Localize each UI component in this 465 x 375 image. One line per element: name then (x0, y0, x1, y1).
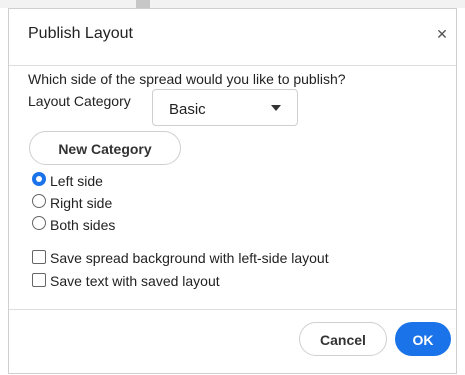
cancel-button[interactable]: Cancel (299, 322, 387, 356)
checkbox-save-text[interactable] (32, 273, 46, 287)
background-tab (136, 0, 150, 8)
dialog-title: Publish Layout (28, 25, 133, 42)
layout-category-select[interactable]: Basic (152, 89, 298, 126)
checkbox-save-background-label: Save spread background with left-side la… (50, 250, 329, 266)
publish-question: Which side of the spread would you like … (28, 71, 346, 87)
header-divider (9, 65, 456, 66)
checkbox-save-background[interactable] (32, 250, 46, 264)
radio-both-sides-label: Both sides (50, 217, 116, 233)
dialog-header: Publish Layout ✕ (9, 9, 456, 65)
publish-layout-dialog: Publish Layout ✕ Which side of the sprea… (8, 8, 457, 374)
radio-both-sides[interactable] (32, 216, 46, 230)
footer-divider (9, 309, 456, 310)
radio-right-side[interactable] (32, 194, 46, 208)
layout-category-value: Basic (169, 101, 206, 118)
layout-category-label: Layout Category (28, 93, 131, 109)
chevron-down-icon (271, 105, 281, 111)
radio-left-side-label: Left side (50, 173, 103, 189)
new-category-button[interactable]: New Category (29, 131, 181, 165)
ok-button[interactable]: OK (395, 322, 451, 356)
checkbox-save-text-label: Save text with saved layout (50, 273, 220, 289)
radio-right-side-label: Right side (50, 195, 113, 211)
background-strip (0, 0, 465, 8)
close-icon[interactable]: ✕ (434, 26, 450, 42)
radio-left-side[interactable] (32, 172, 46, 186)
